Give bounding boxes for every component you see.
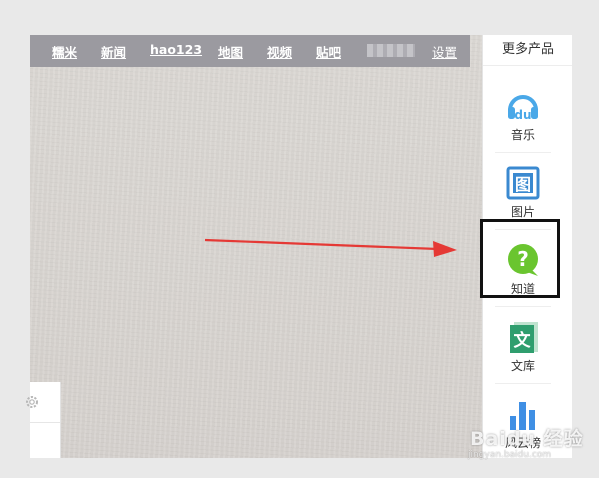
- sidebar-item-wenku[interactable]: 文 文库: [483, 307, 572, 383]
- nav-link-video[interactable]: 视频: [267, 42, 292, 61]
- left-edge-panel: [26, 382, 61, 458]
- document-icon-glyph: 文: [514, 330, 532, 351]
- document-wen-icon: 文: [510, 322, 538, 353]
- blurred-username: [367, 44, 415, 57]
- image-icon: 图: [506, 166, 540, 200]
- annotation-arrow: [204, 238, 457, 257]
- baidu-jingyan-watermark: Baidu 经验: [470, 428, 584, 450]
- top-navigation-bar: 糯米 新闻 hao123 地图 视频 贴吧 设置: [30, 35, 470, 67]
- image-icon-glyph: 图: [515, 175, 531, 194]
- highlight-box: [480, 219, 560, 298]
- nav-link-news[interactable]: 新闻: [101, 42, 126, 61]
- left-panel-divider: [30, 422, 60, 423]
- sidebar-item-images[interactable]: 图 图片: [483, 153, 572, 229]
- nav-link-nuomi[interactable]: 糯米: [52, 42, 77, 61]
- nav-link-hao123[interactable]: hao123: [150, 42, 202, 57]
- sidebar-item-music-label: 音乐: [510, 128, 535, 142]
- music-du-icon: du: [508, 95, 538, 122]
- sidebar-item-wenku-label: 文库: [510, 359, 535, 373]
- music-icon-glyph: du: [514, 108, 531, 122]
- watermark-url: jingyan.baidu.com: [468, 450, 552, 460]
- nav-link-map[interactable]: 地图: [218, 42, 243, 61]
- nav-link-tieba[interactable]: 贴吧: [316, 42, 341, 61]
- sidebar-item-music[interactable]: du 音乐: [483, 76, 572, 152]
- nav-link-settings[interactable]: 设置: [432, 42, 457, 61]
- sidebar-title: 更多产品: [483, 35, 572, 66]
- gear-icon[interactable]: [24, 394, 40, 410]
- sidebar-item-images-label: 图片: [510, 205, 535, 219]
